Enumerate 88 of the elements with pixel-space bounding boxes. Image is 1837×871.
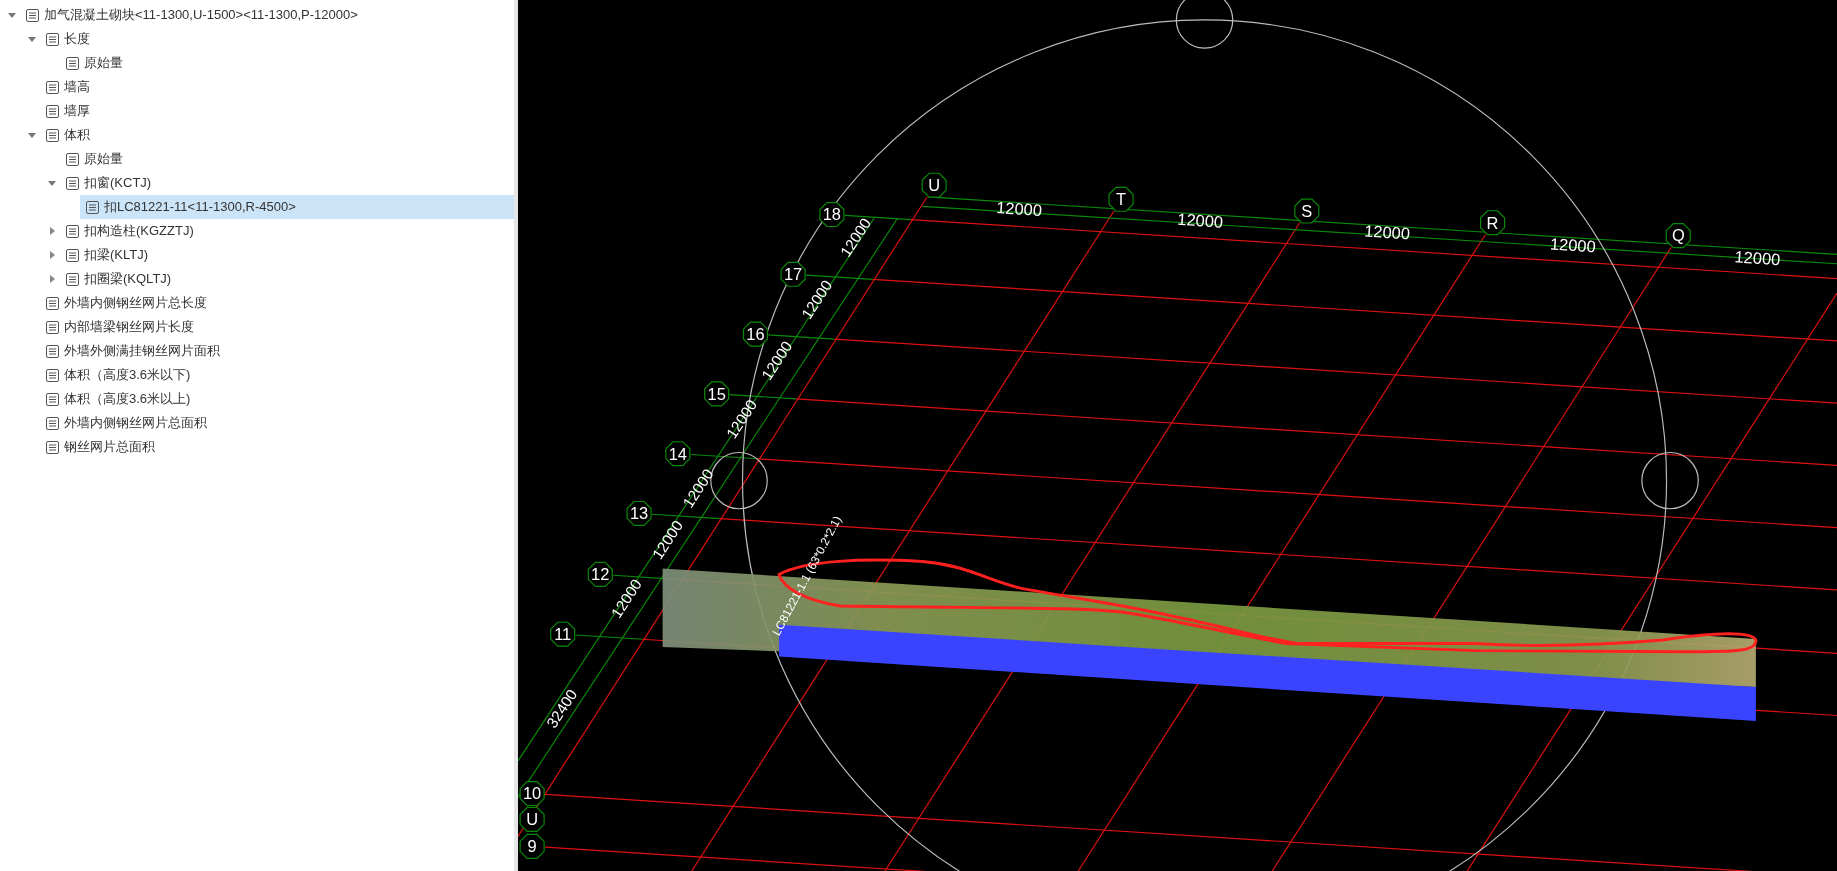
axis-bubble: 13 [626, 500, 652, 526]
document-icon [46, 344, 59, 358]
axis-bubble: 14 [665, 441, 691, 467]
tree-item-label: 外墙内侧钢丝网片总长度 [64, 294, 207, 313]
dimension-label: 12000 [1734, 247, 1781, 269]
axis-bubble: 18 [819, 202, 845, 228]
axis-bubble: S [1294, 198, 1320, 224]
document-icon [66, 56, 79, 70]
axis-bubble: T [1108, 186, 1134, 212]
document-icon [46, 32, 59, 46]
tree-item-label: 长度 [64, 30, 90, 49]
tree-item[interactable]: 加气混凝土砌块<11-1300,U-1500><11-1300,P-12000> [20, 3, 366, 27]
collapse-caret-icon[interactable] [28, 131, 36, 139]
document-icon [46, 416, 59, 430]
tree-item[interactable]: 扣梁(KLTJ) [60, 243, 157, 267]
tree-item[interactable]: 墙厚 [40, 99, 98, 123]
circle-handle[interactable] [1175, 0, 1234, 49]
axis-bubble: R [1479, 210, 1506, 236]
document-icon [86, 200, 99, 214]
tree-item[interactable]: 墙高 [40, 75, 98, 99]
tree-item-label: 原始量 [84, 54, 123, 73]
axis-bubble: 17 [780, 261, 806, 287]
tree-item-label: 钢丝网片总面积 [64, 438, 155, 457]
axis-bubble: U [519, 806, 545, 832]
tree-item[interactable]: 外墙外侧满挂钢丝网片面积 [40, 339, 228, 363]
tree-item[interactable]: 体积（高度3.6米以上) [40, 387, 199, 411]
collapse-caret-icon[interactable] [48, 179, 56, 187]
axis-bubble: 9 [519, 833, 545, 859]
tree-item-label: 体积（高度3.6米以下) [64, 366, 191, 385]
tree-item-label: 外墙内侧钢丝网片总面积 [64, 414, 207, 433]
axis-bubble: 11 [550, 621, 576, 647]
tree-item[interactable]: 扣窗(KCTJ) [60, 171, 160, 195]
tree-item-label: 原始量 [84, 150, 123, 169]
collapse-caret-icon[interactable] [28, 35, 36, 43]
document-icon [46, 368, 59, 382]
tree-item[interactable]: 原始量 [60, 147, 131, 171]
tree-item[interactable]: 长度 [40, 27, 98, 51]
tree-item[interactable]: 原始量 [60, 51, 131, 75]
axis-bubble: 12 [587, 561, 613, 587]
document-icon [66, 248, 79, 262]
tree-item-label: 墙高 [64, 78, 90, 97]
collapse-caret-icon[interactable] [8, 11, 16, 19]
axis-bubble: U [921, 172, 947, 198]
document-icon [46, 320, 59, 334]
tree-item[interactable]: 钢丝网片总面积 [40, 435, 163, 459]
axis-bubble: 16 [742, 321, 769, 347]
tree-item-label: 内部墙梁钢丝网片长度 [64, 318, 194, 337]
document-icon [66, 272, 79, 286]
tree-item-label: 扣窗(KCTJ) [84, 174, 152, 193]
tree-item[interactable]: 扣LC81221-11<11-1300,R-4500> [80, 195, 514, 219]
tree-item-label: 墙厚 [64, 102, 90, 121]
tree-item[interactable]: 体积 [40, 123, 98, 147]
circle-handle[interactable] [1641, 451, 1699, 510]
document-icon [46, 104, 59, 118]
document-icon [66, 224, 79, 238]
tree-item[interactable]: 外墙内侧钢丝网片总长度 [40, 291, 215, 315]
dimension-label: 12000 [1176, 209, 1224, 231]
axis-bubble: 10 [519, 781, 545, 807]
document-icon [66, 176, 79, 190]
tree-item[interactable]: 外墙内侧钢丝网片总面积 [40, 411, 215, 435]
expand-caret-icon[interactable] [48, 275, 56, 283]
dimension-label: 12000 [1363, 221, 1411, 243]
tree-item[interactable]: 扣圈梁(KQLTJ) [60, 267, 180, 291]
expand-caret-icon[interactable] [48, 227, 56, 235]
tree-item[interactable]: 扣构造柱(KGZZTJ) [60, 219, 202, 243]
axis-bubble: 15 [704, 381, 730, 407]
document-icon [66, 152, 79, 166]
tree-item-label: 加气混凝土砌块<11-1300,U-1500><11-1300,P-12000> [44, 6, 358, 25]
axis-bubble: Q [1665, 223, 1691, 249]
document-icon [46, 296, 59, 310]
document-icon [46, 392, 59, 406]
document-icon [46, 440, 59, 454]
expand-caret-icon[interactable] [48, 251, 56, 259]
tree-item-label: 扣LC81221-11<11-1300,R-4500> [104, 198, 296, 217]
tree-item-label: 体积（高度3.6米以上) [64, 390, 191, 409]
tree-item[interactable]: 体积（高度3.6米以下) [40, 363, 199, 387]
dimension-label: 12000 [1549, 234, 1597, 256]
tree-item-label: 体积 [64, 126, 90, 145]
document-icon [46, 80, 59, 94]
document-icon [26, 8, 39, 22]
tree-item-label: 外墙外侧满挂钢丝网片面积 [64, 342, 220, 361]
tree-item-label: 扣圈梁(KQLTJ) [84, 270, 172, 289]
tree-item[interactable]: 内部墙梁钢丝网片长度 [40, 315, 202, 339]
tree-item-label: 扣构造柱(KGZZTJ) [84, 222, 194, 241]
document-icon [46, 128, 59, 142]
tree-item-label: 扣梁(KLTJ) [84, 246, 149, 265]
dimension-label: 12000 [995, 198, 1043, 219]
grid-line [575, 634, 643, 640]
